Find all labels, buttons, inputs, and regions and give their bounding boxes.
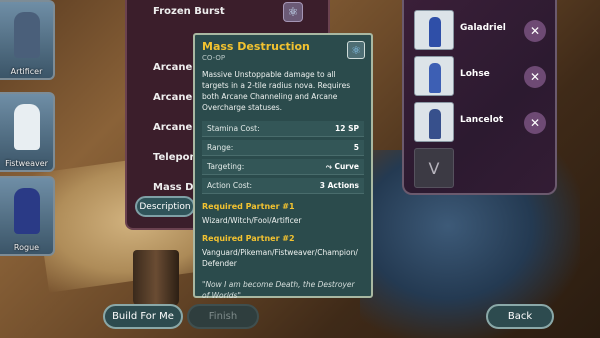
required-partner-2-classes: Vanguard/Pikeman/Fistweaver/Champion/ De… xyxy=(202,248,358,268)
required-partner-1-classes: Wizard/Witch/Fool/Artificer xyxy=(202,216,302,225)
character-card-fistweaver[interactable]: Fistweaver xyxy=(0,92,55,172)
character-name: Rogue xyxy=(13,243,40,252)
character-name: Artificer xyxy=(10,67,43,76)
artificer-portrait xyxy=(14,12,40,58)
partner-row[interactable]: Galadriel ✕ xyxy=(414,10,554,50)
partner-name: Galadriel xyxy=(460,23,506,33)
skill-description: Massive Unstoppable damage to all target… xyxy=(202,70,351,112)
partner-panel: Galadriel ✕ Lohse ✕ Lancelot ✕ V xyxy=(402,0,557,195)
partner-portrait xyxy=(414,56,454,96)
partner-name: Lohse xyxy=(460,69,490,79)
stat-value: 3 Actions xyxy=(319,181,359,190)
stat-row-range: Range: 5 xyxy=(202,140,364,156)
flavor-quote: "Now I am become Death, the Destroyer of… xyxy=(202,280,355,300)
stat-label: Range: xyxy=(207,143,234,152)
required-partner-1-heading: Required Partner #1 xyxy=(202,202,295,211)
stat-label: Targeting: xyxy=(207,162,245,171)
stat-row-action-cost: Action Cost: 3 Actions xyxy=(202,178,364,194)
skill-item-frozen-burst[interactable]: Frozen Burst xyxy=(153,6,225,17)
stat-row-stamina: Stamina Cost: 12 SP xyxy=(202,121,364,137)
stat-value: 5 xyxy=(353,143,359,152)
stat-label: Action Cost: xyxy=(207,181,253,190)
stat-label: Stamina Cost: xyxy=(207,124,260,133)
partner-portrait xyxy=(414,102,454,142)
rogue-portrait xyxy=(14,188,40,234)
skill-subtitle: CO-OP xyxy=(202,54,226,62)
required-partner-2-heading: Required Partner #2 xyxy=(202,234,295,243)
character-card-artificer[interactable]: Artificer xyxy=(0,0,55,80)
description-button[interactable]: Description xyxy=(135,196,195,217)
remove-partner-button[interactable]: ✕ xyxy=(524,66,546,88)
stat-value: 12 SP xyxy=(335,124,359,133)
build-for-me-button[interactable]: Build For Me xyxy=(103,304,183,329)
atom-icon: ⚛ xyxy=(283,2,303,22)
back-button[interactable]: Back xyxy=(486,304,554,329)
partner-row[interactable]: Lancelot ✕ xyxy=(414,102,554,142)
remove-partner-button[interactable]: ✕ xyxy=(524,112,546,134)
more-partners-chevron-icon[interactable]: V xyxy=(414,148,454,188)
stat-row-targeting: Targeting: ⤳ Curve xyxy=(202,159,364,175)
partner-name: Lancelot xyxy=(460,115,504,125)
atom-icon: ⚛ xyxy=(347,41,365,59)
finish-button[interactable]: Finish xyxy=(187,304,259,329)
fistweaver-portrait xyxy=(14,104,40,150)
character-card-rogue[interactable]: Rogue xyxy=(0,176,55,256)
stat-value: ⤳ Curve xyxy=(325,161,359,171)
remove-partner-button[interactable]: ✕ xyxy=(524,20,546,42)
skill-title: Mass Destruction xyxy=(202,40,310,53)
partner-portrait xyxy=(414,10,454,50)
background-mug xyxy=(133,250,179,306)
character-name: Fistweaver xyxy=(5,159,48,168)
skill-detail-card: Mass Destruction CO-OP ⚛ Massive Unstopp… xyxy=(193,33,373,300)
partner-row[interactable]: Lohse ✕ xyxy=(414,56,554,96)
